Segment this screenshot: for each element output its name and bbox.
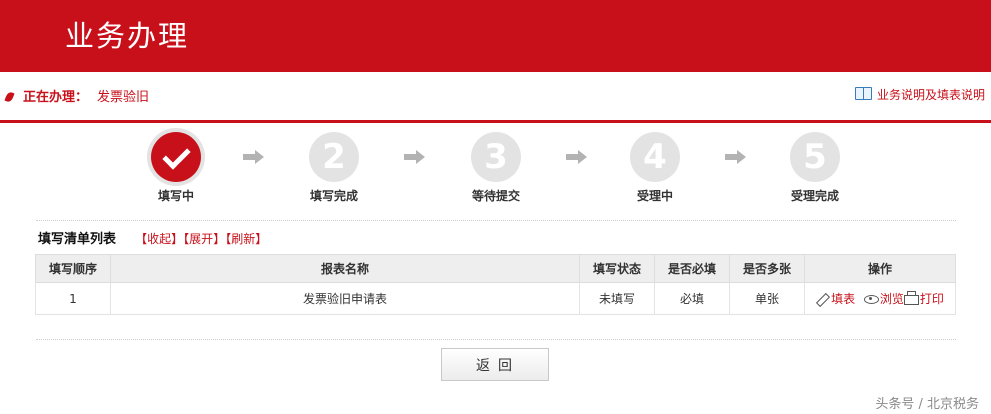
step-1: 填写中 [126, 132, 226, 204]
step-1-label: 填写中 [157, 189, 194, 203]
col-order: 填写顺序 [35, 254, 111, 283]
back-button[interactable]: 返回 [441, 348, 549, 381]
collapse-label: 收起 [147, 232, 172, 246]
arrow-right-icon [725, 150, 747, 164]
print-link[interactable]: 打印 [903, 290, 944, 306]
status-bar: 正在办理： 发票验旧 业务说明及填表说明 [0, 72, 991, 123]
expand-link[interactable]: 【展开】 [183, 232, 225, 246]
table-row: 1 发票验旧申请表 未填写 必填 单张 填表 浏览 打印 [35, 282, 956, 315]
collapse-link[interactable]: 【收起】 [135, 232, 183, 246]
row-status: 未填写 [579, 282, 655, 315]
printer-icon [903, 290, 919, 305]
step-4: 4 受理中 [605, 132, 705, 204]
book-icon [854, 87, 872, 100]
arrow-right-icon [404, 150, 426, 164]
step-2: 2 填写完成 [284, 132, 384, 204]
row-actions: 填表 浏览 打印 [804, 282, 956, 315]
list-header: 填写清单列表 【收起】【展开】【刷新】 [38, 228, 438, 248]
step-3-circle: 3 [471, 132, 521, 182]
col-actions: 操作 [804, 254, 956, 283]
list-title: 填写清单列表 [38, 232, 117, 247]
table-header-row: 填写顺序 报表名称 填写状态 是否必填 是否多张 操作 [35, 254, 956, 283]
col-required: 是否必填 [654, 254, 730, 283]
eye-icon [863, 295, 879, 304]
pencil-icon [815, 292, 831, 307]
row-required: 必填 [654, 282, 730, 315]
step-5-label: 受理完成 [790, 189, 839, 203]
refresh-link[interactable]: 【刷新】 [225, 232, 267, 246]
row-name: 发票验旧申请表 [110, 282, 580, 315]
current-task-value: 发票验旧 [97, 90, 150, 105]
leaf-icon [4, 91, 15, 103]
current-task-label: 正在办理： [23, 90, 89, 105]
step-3-label: 等待提交 [471, 189, 520, 203]
step-5: 5 受理完成 [765, 132, 865, 204]
step-3: 3 等待提交 [446, 132, 546, 204]
step-5-circle: 5 [790, 132, 840, 182]
step-4-label: 受理中 [636, 189, 673, 203]
arrow-right-icon [243, 150, 265, 164]
divider [36, 220, 956, 221]
step-2-circle: 2 [309, 132, 359, 182]
form-list-table: 填写顺序 报表名称 填写状态 是否必填 是否多张 操作 1 发票验旧申请表 未填… [35, 254, 956, 315]
row-multiple: 单张 [729, 282, 805, 315]
row-order: 1 [35, 282, 111, 315]
help-link[interactable]: 业务说明及填表说明 [854, 86, 985, 103]
refresh-label: 刷新 [231, 232, 256, 246]
page-header: 业务办理 [0, 0, 991, 72]
step-4-circle: 4 [630, 132, 680, 182]
browse-label: 浏览 [879, 292, 904, 306]
page-title: 业务办理 [65, 19, 190, 53]
col-status: 填写状态 [579, 254, 655, 283]
progress-steps: 填写中 2 填写完成 3 等待提交 4 受理中 5 受理完成 [0, 132, 991, 212]
step-1-circle [151, 132, 201, 182]
fill-form-label: 填表 [831, 292, 856, 306]
arrow-right-icon [566, 150, 588, 164]
watermark: 头条号 / 北京税务 [875, 397, 979, 412]
expand-label: 展开 [189, 232, 214, 246]
step-2-label: 填写完成 [309, 189, 358, 203]
help-link-label: 业务说明及填表说明 [876, 88, 985, 102]
browse-link[interactable]: 浏览 [859, 292, 904, 306]
divider [36, 339, 956, 340]
fill-form-link[interactable]: 填表 [815, 292, 856, 307]
print-label: 打印 [919, 292, 944, 306]
check-icon [161, 141, 191, 170]
col-name: 报表名称 [110, 254, 580, 283]
col-multiple: 是否多张 [729, 254, 805, 283]
